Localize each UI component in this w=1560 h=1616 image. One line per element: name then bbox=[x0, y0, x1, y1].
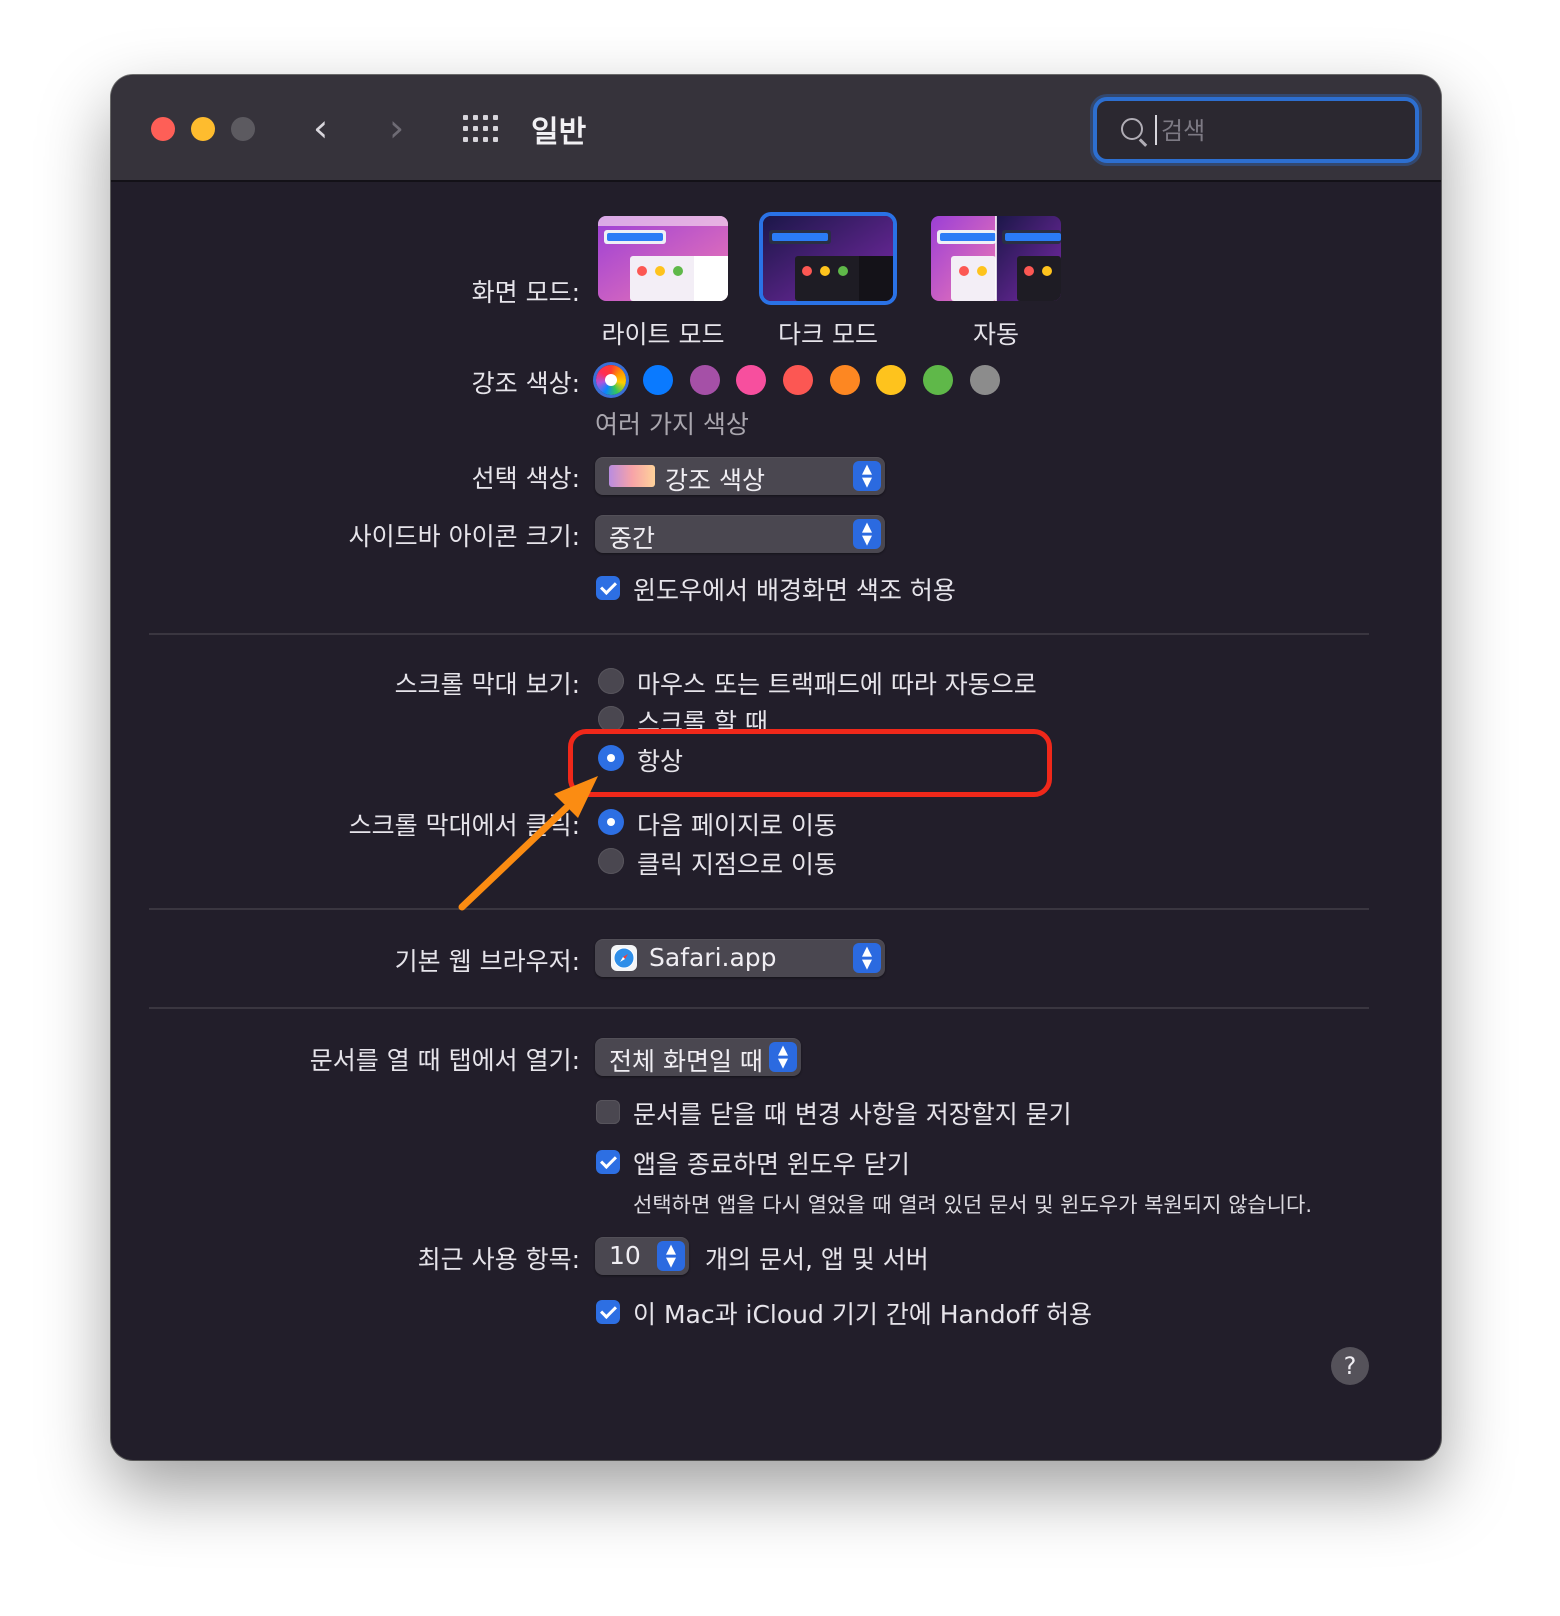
ask-keep-changes-label: 문서를 닫을 때 변경 사항을 저장할지 묻기 bbox=[633, 1100, 1072, 1129]
accent-multicolor-swatch[interactable] bbox=[596, 365, 626, 395]
recent-items-suffix: 개의 문서, 앱 및 서버 bbox=[705, 1245, 929, 1274]
jump-to-spot-label: 클릭 지점으로 이동 bbox=[637, 850, 837, 879]
click-scroll-bar-label: 스크롤 막대에서 클릭: bbox=[348, 811, 580, 840]
highlight-color-value: 강조 색상 bbox=[665, 466, 765, 495]
close-windows-note: 선택하면 앱을 다시 열었을 때 열려 있던 문서 및 윈도우가 복원되지 않습… bbox=[633, 1193, 1313, 1217]
appearance-label: 화면 모드: bbox=[471, 278, 580, 307]
close-windows-label: 앱을 종료하면 윈도우 닫기 bbox=[633, 1150, 910, 1179]
recent-items-value: 10 bbox=[609, 1241, 641, 1270]
search-icon bbox=[1121, 118, 1143, 140]
popup-stepper-icon: ▲ ▼ bbox=[769, 1042, 797, 1072]
default-browser-value: Safari.app bbox=[649, 943, 777, 972]
safari-compass-icon bbox=[611, 945, 637, 971]
show-all-grid-icon[interactable] bbox=[463, 115, 499, 143]
show-scroll-bars-label: 스크롤 막대 보기: bbox=[394, 670, 580, 699]
light-mode-thumbnail[interactable] bbox=[598, 216, 728, 301]
wallpaper-tinting-label: 윈도우에서 배경화면 색조 허용 bbox=[633, 576, 956, 605]
scroll-bars-auto-radio[interactable] bbox=[598, 668, 624, 694]
dark-mode-thumbnail[interactable] bbox=[763, 216, 893, 301]
divider bbox=[149, 633, 1369, 635]
annotation-highlight-box bbox=[568, 729, 1052, 797]
prefer-tabs-label: 문서를 열 때 탭에서 열기: bbox=[309, 1046, 580, 1075]
highlight-color-popup[interactable]: 강조 색상 ▲ ▼ bbox=[595, 457, 885, 495]
text-caret bbox=[1155, 115, 1157, 145]
prefer-tabs-popup[interactable]: 전체 화면일 때 ▲ ▼ bbox=[595, 1038, 801, 1076]
jump-next-page-label: 다음 페이지로 이동 bbox=[637, 811, 837, 840]
highlight-color-label: 선택 색상: bbox=[471, 464, 580, 493]
default-browser-label: 기본 웹 브라우저: bbox=[394, 947, 580, 976]
ask-keep-changes-checkbox[interactable] bbox=[596, 1100, 620, 1124]
prefer-tabs-value: 전체 화면일 때 bbox=[609, 1047, 763, 1076]
help-button[interactable]: ? bbox=[1331, 1347, 1369, 1385]
forward-chevron-icon[interactable]: › bbox=[389, 105, 404, 151]
jump-next-page-radio[interactable] bbox=[598, 809, 624, 835]
sidebar-icon-size-popup[interactable]: 중간 ▲ ▼ bbox=[595, 515, 885, 553]
accent-purple-swatch[interactable] bbox=[690, 365, 720, 395]
accent-green-swatch[interactable] bbox=[923, 365, 953, 395]
minimize-window-button[interactable] bbox=[191, 117, 215, 141]
wallpaper-tinting-checkbox[interactable] bbox=[596, 576, 620, 600]
accent-color-label: 강조 색상: bbox=[471, 369, 580, 398]
accent-caption: 여러 가지 색상 bbox=[595, 410, 749, 439]
search-field[interactable] bbox=[1093, 97, 1419, 163]
highlight-color-chip bbox=[609, 465, 655, 487]
sidebar-icon-size-label: 사이드바 아이콘 크기: bbox=[348, 522, 580, 551]
titlebar: ‹ › 일반 bbox=[111, 75, 1441, 182]
dark-mode-label: 다크 모드 bbox=[778, 320, 878, 349]
divider bbox=[149, 908, 1369, 910]
handoff-checkbox[interactable] bbox=[596, 1300, 620, 1324]
popup-stepper-icon: ▲ ▼ bbox=[853, 461, 881, 491]
accent-orange-swatch[interactable] bbox=[830, 365, 860, 395]
zoom-window-button[interactable] bbox=[231, 117, 255, 141]
accent-graphite-swatch[interactable] bbox=[970, 365, 1000, 395]
popup-stepper-icon: ▲ ▼ bbox=[853, 519, 881, 549]
search-input[interactable] bbox=[1159, 111, 1393, 151]
divider bbox=[149, 1007, 1369, 1009]
accent-blue-swatch[interactable] bbox=[643, 365, 673, 395]
handoff-label: 이 Mac과 iCloud 기기 간에 Handoff 허용 bbox=[633, 1300, 1093, 1329]
auto-mode-thumbnail[interactable] bbox=[931, 216, 1061, 301]
default-browser-popup[interactable]: Safari.app ▲ ▼ bbox=[595, 939, 885, 977]
close-window-button[interactable] bbox=[151, 117, 175, 141]
accent-pink-swatch[interactable] bbox=[736, 365, 766, 395]
jump-to-spot-radio[interactable] bbox=[598, 848, 624, 874]
window-title: 일반 bbox=[531, 115, 587, 150]
recent-items-popup[interactable]: 10 ▲ ▼ bbox=[595, 1237, 689, 1275]
close-windows-checkbox[interactable] bbox=[596, 1150, 620, 1174]
popup-stepper-icon: ▲ ▼ bbox=[853, 943, 881, 973]
auto-mode-label: 자동 bbox=[972, 320, 1019, 349]
light-mode-label: 라이트 모드 bbox=[601, 320, 725, 349]
back-chevron-icon[interactable]: ‹ bbox=[313, 105, 328, 151]
sidebar-icon-size-value: 중간 bbox=[609, 524, 656, 553]
popup-stepper-icon: ▲ ▼ bbox=[657, 1241, 685, 1271]
accent-red-swatch[interactable] bbox=[783, 365, 813, 395]
scroll-bars-auto-label: 마우스 또는 트랙패드에 따라 자동으로 bbox=[637, 670, 1037, 699]
accent-yellow-swatch[interactable] bbox=[876, 365, 906, 395]
recent-items-label: 최근 사용 항목: bbox=[417, 1245, 580, 1274]
